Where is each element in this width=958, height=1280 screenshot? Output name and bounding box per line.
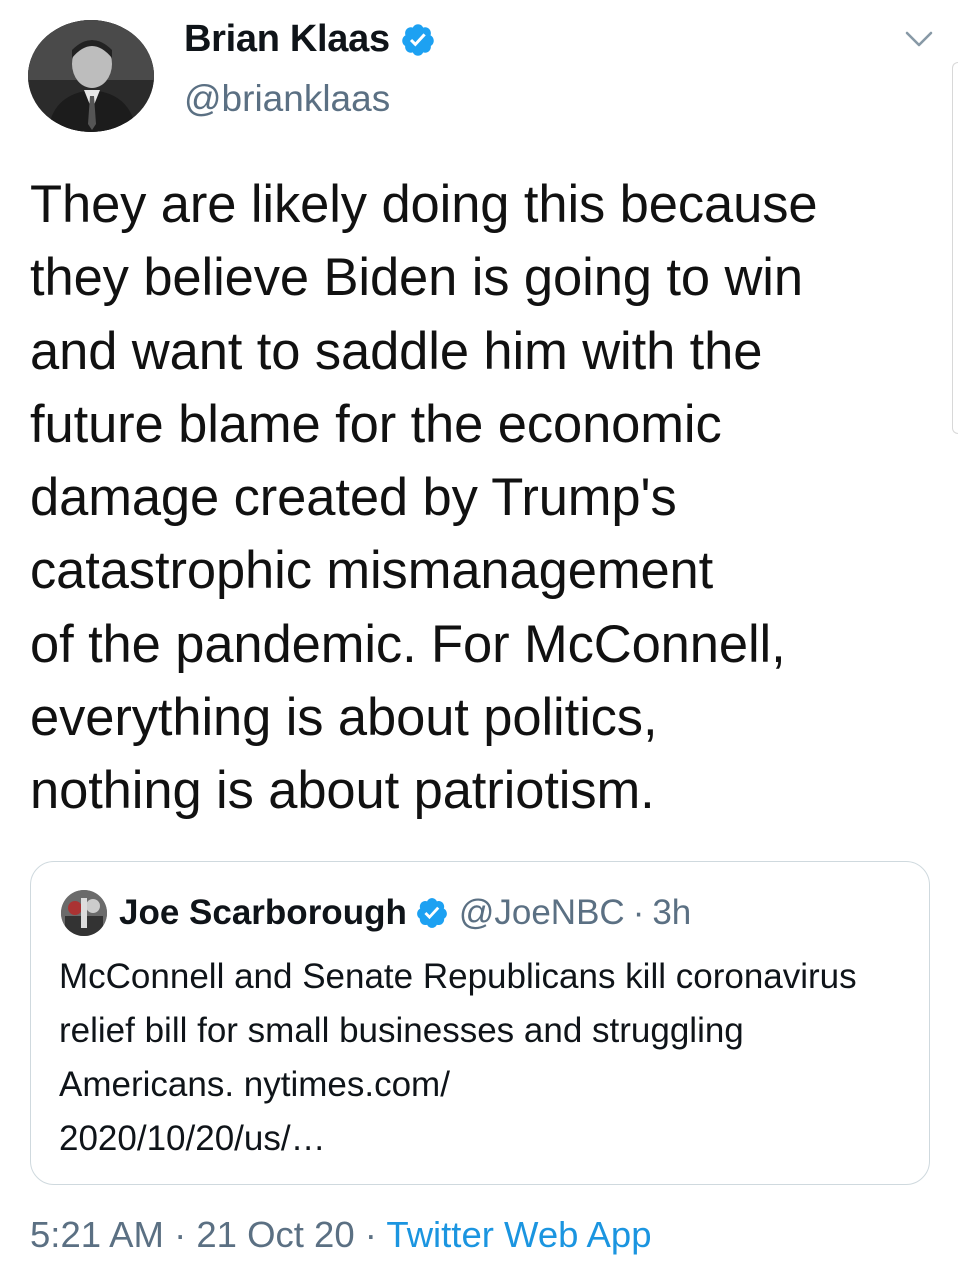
quoted-author-name: Joe Scarborough [119,893,407,932]
tweet-time[interactable]: 5:21 AM [30,1214,164,1255]
chevron-down-icon[interactable] [904,26,934,52]
quoted-separator: · [632,893,645,932]
scrollbar[interactable] [952,62,958,434]
meta-separator: · [163,1214,197,1255]
quoted-tweet-text: McConnell and Senate Republicans kill co… [59,957,857,1158]
verified-badge-icon [402,23,434,56]
author-handle[interactable]: @brianklaas [184,78,390,120]
tweet-source-link[interactable]: Twitter Web App [386,1214,651,1255]
meta-separator: · [354,1214,387,1255]
tweet-meta: 5:21 AM · 21 Oct 20 · Twitter Web App [30,1214,652,1256]
tweet-text: They are likely doing this because they … [30,175,818,821]
quoted-author-handle: @JoeNBC [458,893,625,932]
tweet-date[interactable]: 21 Oct 20 [196,1214,354,1255]
verified-badge-icon [416,898,447,928]
quoted-tweet-header: Joe Scarborough @JoeNBC · 3h [61,890,691,936]
author-name[interactable]: Brian Klaas [184,18,390,61]
author-name-row[interactable]: Brian Klaas [184,18,436,61]
quoted-tweet-card[interactable]: Joe Scarborough @JoeNBC · 3h McConnell a… [30,861,930,1185]
quoted-author-avatar [61,890,107,936]
quoted-timestamp: 3h [652,893,692,932]
author-avatar[interactable] [28,20,154,132]
